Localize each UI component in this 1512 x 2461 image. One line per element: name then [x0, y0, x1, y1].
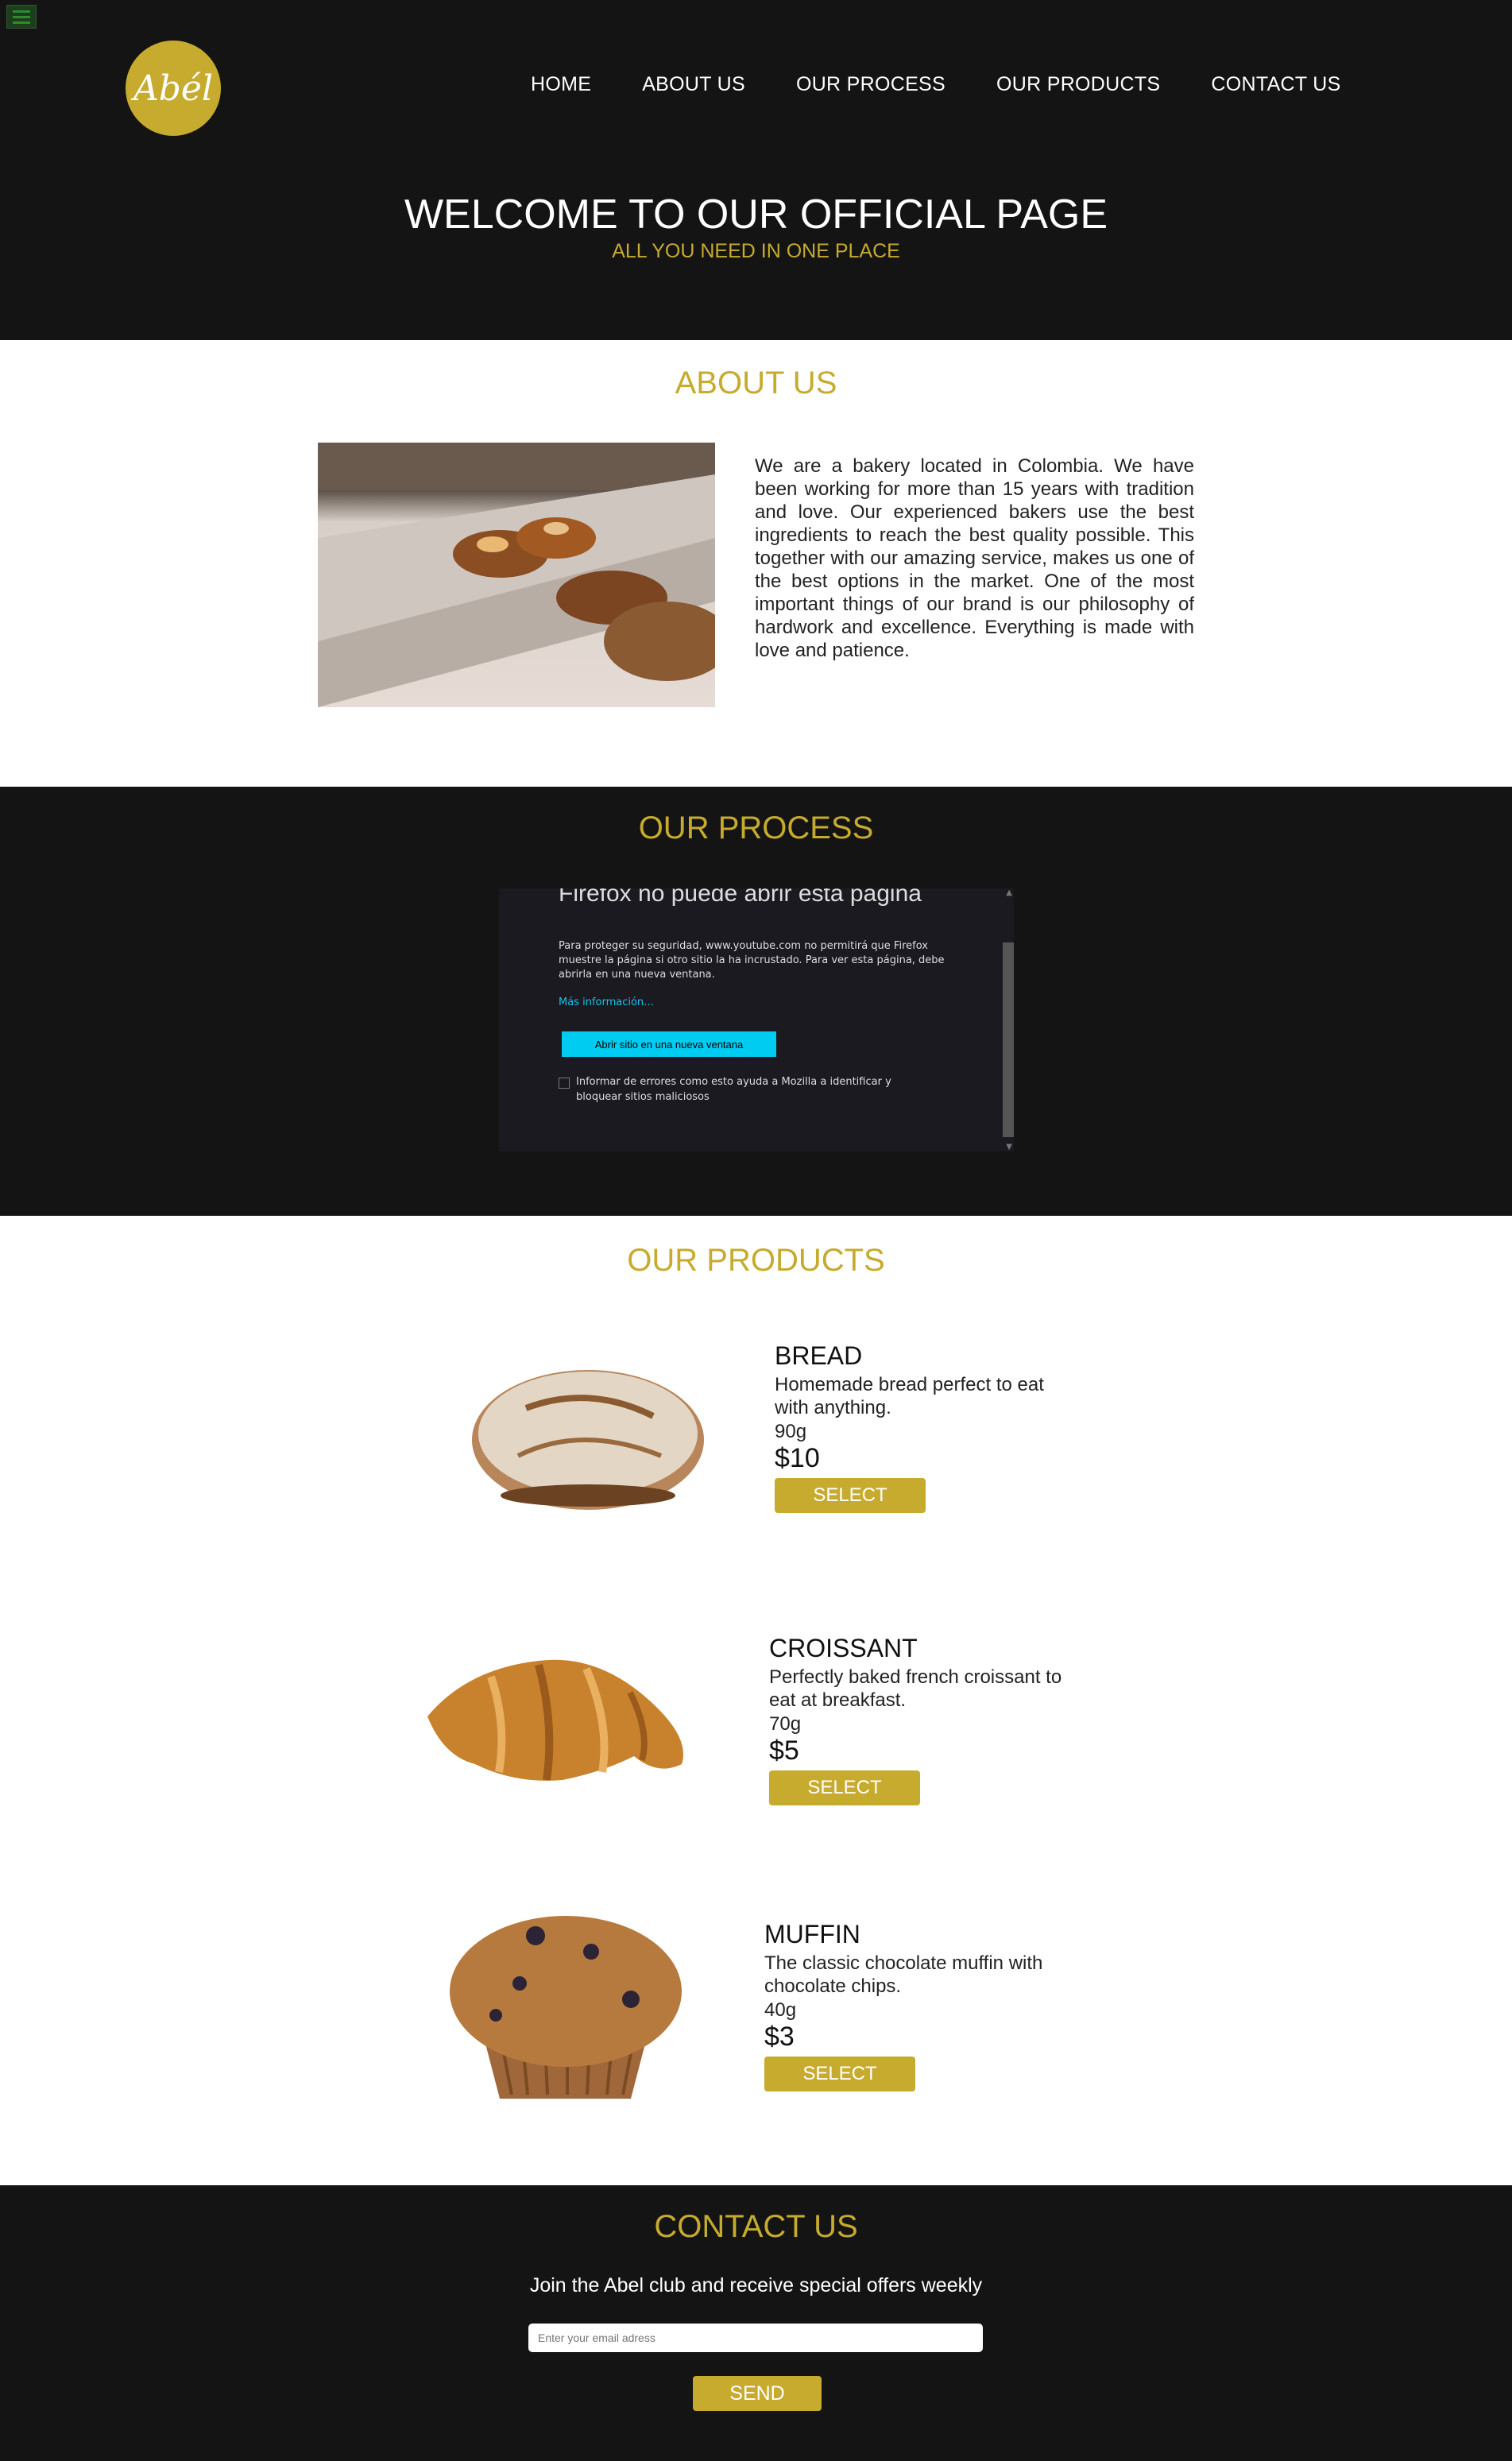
process-section: OUR PROCESS Firefox no puede abrir esta … [0, 787, 1512, 1216]
welcome-title: WELCOME TO OUR OFFICIAL PAGE [404, 192, 1108, 238]
nav-our-process[interactable]: OUR PROCESS [796, 73, 945, 96]
about-section: ABOUT US We are a bakery located in Colo… [0, 340, 1512, 787]
open-in-new-window-button[interactable]: Abrir sitio en una nueva ventana [562, 1031, 776, 1057]
product-price: $5 [769, 1735, 799, 1766]
contact-title: CONTACT US [654, 2209, 858, 2244]
main-nav: HOME ABOUT US OUR PROCESS OUR PRODUCTS C… [531, 73, 1341, 96]
menu-icon-bar [13, 10, 30, 13]
send-button[interactable]: SEND [693, 2376, 822, 2411]
select-muffin-button[interactable]: SELECT [764, 2057, 915, 2091]
bread-image [472, 1370, 704, 1510]
product-weight: 70g [769, 1713, 802, 1735]
menu-toggle-button[interactable] [6, 5, 37, 29]
welcome-subtitle: ALL YOU NEED IN ONE PLACE [612, 240, 900, 262]
product-description: The classic chocolate muffin with chocol… [764, 1952, 1043, 1997]
frame-error-title: Firefox no puede abrir esta página [559, 888, 922, 907]
product-description: Homemade bread perfect to eat with anyth… [775, 1374, 1044, 1418]
product-weight: 90g [775, 1421, 807, 1442]
email-input[interactable] [528, 2324, 983, 2352]
frame-scrollbar[interactable] [1003, 942, 1014, 1137]
scroll-down-icon[interactable]: ▼ [1006, 1143, 1012, 1151]
select-croissant-button[interactable]: SELECT [769, 1770, 920, 1805]
product-price: $3 [764, 2022, 795, 2052]
embedded-video-frame[interactable]: Firefox no puede abrir esta página Para … [499, 888, 1014, 1151]
more-info-link[interactable]: Más información… [559, 996, 654, 1008]
products-title: OUR PRODUCTS [627, 1243, 885, 1278]
logo-text: Abél [133, 68, 214, 109]
nav-our-products[interactable]: OUR PRODUCTS [996, 73, 1160, 96]
about-croissants-image [318, 443, 715, 707]
menu-icon-bar [13, 21, 30, 24]
about-paragraph: We are a bakery located in Colombia. We … [755, 455, 1194, 661]
nav-about-us[interactable]: ABOUT US [642, 73, 745, 96]
product-price: $10 [775, 1443, 820, 1473]
product-name: MUFFIN [764, 1920, 860, 1948]
product-name: BREAD [775, 1341, 863, 1370]
croissant-image [427, 1659, 683, 1781]
site-header: Abél HOME ABOUT US OUR PROCESS OUR PRODU… [0, 0, 1512, 340]
product-description: Perfectly baked french croissant to eat … [769, 1666, 1062, 1711]
report-errors-label: Informar de errores como esto ayuda a Mo… [576, 1076, 891, 1103]
frame-error-description: Para proteger su seguridad, www.youtube.… [559, 940, 945, 981]
select-bread-button[interactable]: SELECT [775, 1478, 926, 1513]
contact-text: Join the Abel club and receive special o… [529, 2274, 983, 2297]
nav-home[interactable]: HOME [531, 73, 591, 96]
brand-logo[interactable]: Abél [126, 41, 221, 136]
contact-section: CONTACT US Join the Abel club and receiv… [0, 2185, 1512, 2461]
product-weight: 40g [764, 1999, 797, 2021]
about-title: ABOUT US [675, 366, 837, 400]
muffin-image [450, 1916, 682, 2099]
product-name: CROISSANT [769, 1634, 918, 1662]
process-title: OUR PROCESS [638, 811, 874, 845]
report-errors-checkbox[interactable] [559, 1078, 570, 1089]
menu-icon-bar [13, 15, 30, 18]
scroll-up-icon[interactable]: ▲ [1006, 888, 1012, 897]
nav-contact-us[interactable]: CONTACT US [1211, 73, 1340, 96]
products-section: OUR PRODUCTS BREAD Homemade bread perfec… [0, 1216, 1512, 2185]
